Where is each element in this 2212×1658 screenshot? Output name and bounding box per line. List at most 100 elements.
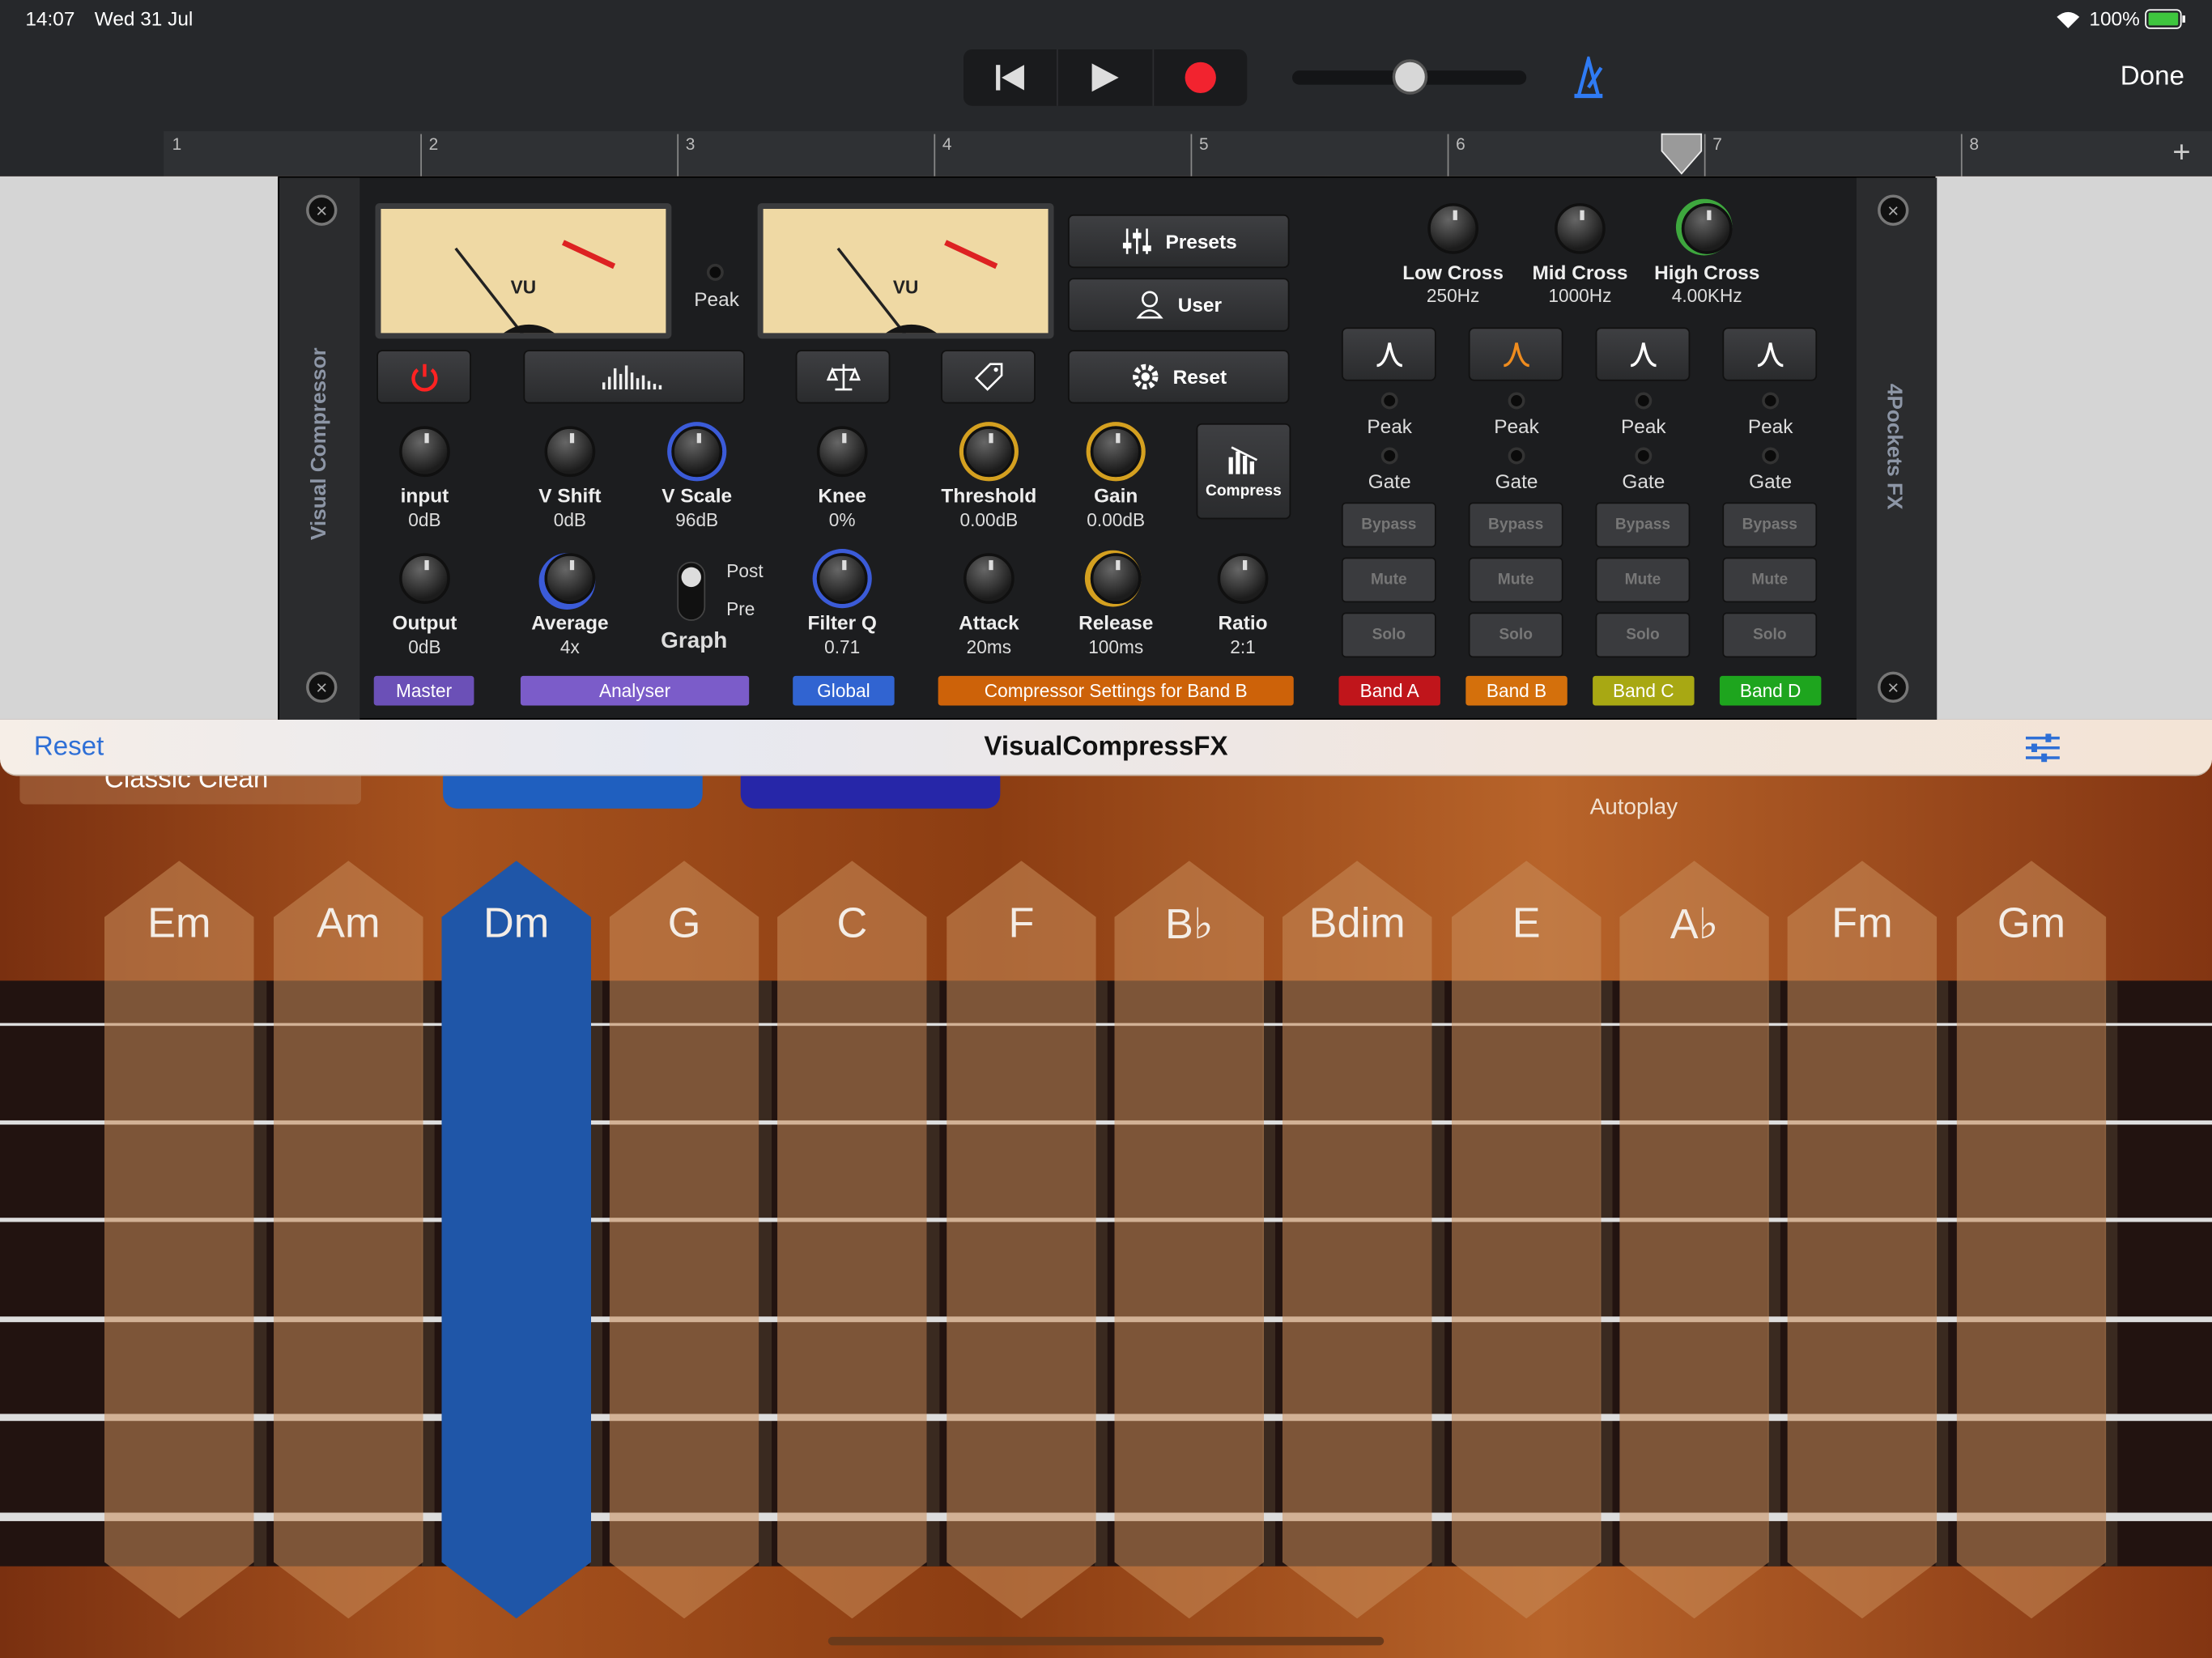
tag-button[interactable] [941, 350, 1036, 404]
vscale-knob[interactable] [671, 426, 723, 478]
skip-back-button[interactable] [963, 49, 1059, 106]
chord-strip-bb[interactable] [1114, 861, 1264, 1618]
settings-sliders-icon[interactable] [2023, 731, 2063, 765]
band-a-bypass-button[interactable]: Bypass [1341, 502, 1436, 548]
band-a-solo-button[interactable]: Solo [1341, 612, 1436, 658]
band-c-mute-button[interactable]: Mute [1595, 557, 1691, 603]
fret-wire [759, 980, 772, 1567]
screw-icon: × [1878, 194, 1909, 226]
band-a-tag[interactable]: Band A [1338, 675, 1440, 706]
band-b-solo-button[interactable]: Solo [1468, 612, 1563, 658]
screw-icon: × [306, 194, 338, 226]
input-knob-label: input [400, 483, 449, 507]
output-knob-value: 0dB [408, 636, 441, 658]
chord-strip-c[interactable] [777, 861, 927, 1618]
reset-plugin-button[interactable]: Reset [1067, 350, 1290, 404]
chord-strip-am[interactable] [274, 861, 423, 1618]
band-c-bypass-button[interactable]: Bypass [1595, 502, 1691, 548]
record-button[interactable] [1154, 49, 1248, 106]
attack-knob-value: 20ms [966, 636, 1012, 658]
compress-button[interactable]: Compress [1196, 423, 1291, 520]
band-c-tag[interactable]: Band C [1593, 675, 1695, 706]
band-d-filter-button[interactable] [1722, 327, 1818, 381]
attack-knob-label: Attack [959, 610, 1019, 634]
chord-strip-em[interactable] [104, 861, 254, 1618]
chord-strip-ab[interactable] [1619, 861, 1769, 1618]
power-button[interactable] [376, 350, 471, 404]
input-knob[interactable] [399, 426, 450, 478]
power-icon [410, 363, 437, 392]
band-c-peak-label: Peak [1621, 414, 1666, 438]
mid-cross-knob[interactable] [1555, 202, 1606, 254]
user-button[interactable]: User [1067, 278, 1290, 332]
chord-strip-dm[interactable] [441, 861, 591, 1618]
knee-knob[interactable] [816, 426, 868, 478]
chord-strip-g[interactable] [610, 861, 759, 1618]
filterq-knob[interactable] [816, 553, 868, 604]
play-button[interactable] [1058, 49, 1154, 106]
playhead-icon[interactable] [1659, 131, 1704, 176]
average-knob[interactable] [544, 553, 596, 604]
band-b-mute-button[interactable]: Mute [1468, 557, 1563, 603]
vu-label: VU [892, 276, 919, 298]
timeline-ruler[interactable]: 1 2 3 4 5 6 7 8 [164, 131, 2212, 176]
band-a-peak-led [1380, 392, 1398, 410]
volume-slider-knob[interactable] [1392, 59, 1428, 95]
knee-knob-label: Knee [818, 483, 866, 507]
vshift-knob[interactable] [544, 426, 596, 478]
band-d-mute-button[interactable]: Mute [1722, 557, 1818, 603]
low-cross-knob[interactable] [1427, 202, 1478, 254]
battery-percent: 100% [2089, 6, 2140, 30]
vshift-knob-label: V Shift [538, 483, 602, 507]
band-b-filter-button[interactable] [1468, 327, 1563, 381]
band-d-bypass-button[interactable]: Bypass [1722, 502, 1818, 548]
threshold-knob[interactable] [963, 426, 1015, 478]
fret-wire [1095, 980, 1108, 1567]
vu-label: VU [510, 276, 537, 298]
high-cross-knob[interactable] [1681, 202, 1733, 254]
autoplay-label[interactable]: Autoplay [1590, 796, 1678, 821]
band-d-tag[interactable]: Band D [1719, 675, 1822, 706]
ruler-mark: 8 [1969, 134, 1979, 154]
home-indicator[interactable] [827, 1636, 1385, 1646]
band-b-peak-label: Peak [1494, 414, 1539, 438]
band-d-solo-button[interactable]: Solo [1722, 612, 1818, 658]
presets-button[interactable]: Presets [1067, 214, 1290, 269]
band-b-bypass-button[interactable]: Bypass [1468, 502, 1563, 548]
release-knob-value: 100ms [1088, 636, 1144, 658]
low-cross-label: Low Cross [1402, 261, 1504, 284]
balance-button[interactable] [795, 350, 891, 404]
attack-knob[interactable] [963, 553, 1015, 604]
band-a-mute-button[interactable]: Mute [1341, 557, 1436, 603]
band-a-gate-label: Gate [1368, 470, 1411, 493]
chord-strip-f[interactable] [946, 861, 1096, 1618]
band-d-peak-led [1762, 392, 1780, 410]
analyser-button[interactable] [523, 350, 745, 404]
output-knob[interactable] [399, 553, 450, 604]
band-b-tag[interactable]: Band B [1465, 675, 1568, 706]
threshold-knob-label: Threshold [941, 483, 1037, 507]
done-button[interactable]: Done [2121, 62, 2184, 93]
chord-strip-e[interactable] [1452, 861, 1602, 1618]
fret-wire [1431, 980, 1445, 1567]
fret-wire [2104, 980, 2118, 1567]
band-a-filter-button[interactable] [1341, 327, 1436, 381]
band-a-peak-label: Peak [1367, 414, 1413, 438]
ruler-mark: 6 [1456, 134, 1465, 154]
ruler-mark: 5 [1198, 134, 1209, 154]
chord-label: F [1008, 900, 1035, 947]
ratio-knob[interactable] [1217, 553, 1269, 604]
bell-curve-icon [1756, 342, 1783, 368]
user-label: User [1177, 293, 1222, 317]
band-c-filter-button[interactable] [1595, 327, 1691, 381]
add-section-icon[interactable]: + [2172, 134, 2190, 171]
chord-strip-gm[interactable] [1957, 861, 2107, 1618]
gain-knob[interactable] [1090, 426, 1142, 478]
knee-knob-value: 0% [828, 509, 856, 531]
metronome-icon[interactable] [1570, 56, 1606, 99]
band-c-solo-button[interactable]: Solo [1595, 612, 1691, 658]
chord-strip-bdim[interactable] [1283, 861, 1432, 1618]
battery-icon [2145, 9, 2185, 29]
release-knob[interactable] [1090, 553, 1142, 604]
chord-strip-fm[interactable] [1788, 861, 1938, 1618]
